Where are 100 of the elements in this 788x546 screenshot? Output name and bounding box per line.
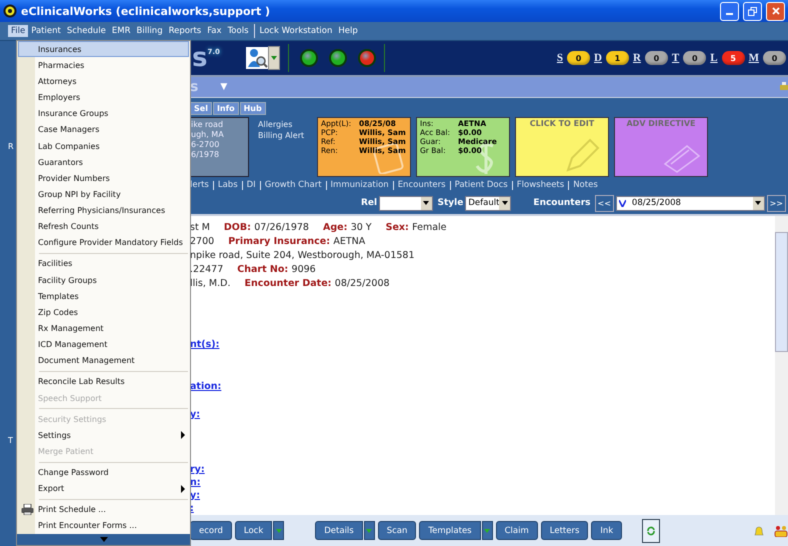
nav-link[interactable]: Immunization <box>330 180 389 190</box>
alert-link[interactable]: Allergies <box>258 119 312 130</box>
nav-link[interactable]: DI <box>246 180 256 190</box>
status-light[interactable] <box>358 49 376 67</box>
menu-item[interactable]: Change Password <box>18 464 189 481</box>
menu-item[interactable]: Pharmacies <box>18 57 189 74</box>
counter-label[interactable]: T <box>672 52 680 64</box>
status-light[interactable] <box>328 49 347 67</box>
toolbar-button[interactable]: Templates <box>419 521 481 540</box>
section-link[interactable]: nt(s): <box>190 338 220 351</box>
toolbar-button[interactable]: Lock <box>234 521 272 540</box>
menu-item[interactable]: Templates <box>18 288 189 304</box>
toolbar-button[interactable]: Ink <box>591 521 622 540</box>
counter-badge[interactable]: 0 <box>763 51 786 65</box>
refresh-button[interactable] <box>642 518 660 542</box>
menu-item[interactable]: Zip Codes <box>18 304 189 321</box>
menu-item[interactable]: Refresh Counts <box>18 218 189 235</box>
menu-item[interactable]: Lab Companies <box>18 138 189 154</box>
menu-item[interactable]: Insurance Groups <box>18 106 189 122</box>
close-button[interactable] <box>766 2 785 20</box>
menu-item[interactable]: Print Encounter Forms ... <box>18 518 189 534</box>
nav-link[interactable]: lerts <box>190 180 209 190</box>
menu-item[interactable]: Rx Management <box>18 320 189 337</box>
previous-button[interactable]: << <box>594 194 614 212</box>
restore-button[interactable] <box>743 2 762 20</box>
menu-item[interactable]: Patient <box>28 25 64 37</box>
dropdown-button[interactable] <box>268 46 280 70</box>
menu-item[interactable]: EMR <box>108 25 134 37</box>
next-button[interactable]: >> <box>766 194 786 212</box>
scroll-down-button[interactable] <box>17 534 190 546</box>
alert-link[interactable]: Billing Alert <box>258 130 312 141</box>
counter-label[interactable]: S <box>556 52 564 64</box>
toolbar-button[interactable]: Claim <box>496 521 538 540</box>
nav-link[interactable]: Flowsheets <box>516 180 564 190</box>
toolbar-button[interactable]: Details <box>315 521 363 540</box>
close-icon <box>772 7 780 15</box>
section-link[interactable]: y: <box>190 489 200 502</box>
toolbar-button[interactable]: Letters <box>540 521 588 540</box>
counter-label[interactable]: M <box>748 52 759 64</box>
people-icon[interactable] <box>774 524 788 536</box>
menu-item[interactable]: Employers <box>18 89 189 106</box>
menu-item[interactable]: Group NPI by Facility <box>18 186 189 203</box>
toolbar-button[interactable]: Scan <box>378 521 416 540</box>
menu-item[interactable]: Fax <box>204 25 225 37</box>
section-link[interactable]: ry: <box>190 463 205 476</box>
menu-item[interactable]: Attorneys <box>18 73 189 90</box>
address-line: ugh, MA <box>191 130 225 140</box>
dropdown-button[interactable] <box>364 521 375 540</box>
nav-link[interactable]: Notes <box>573 180 598 190</box>
menu-item[interactable]: Lock Workstation <box>256 25 336 37</box>
menu-item[interactable]: Billing <box>134 25 166 37</box>
user-search-icon[interactable] <box>246 47 268 69</box>
counter-label[interactable]: R <box>632 52 641 64</box>
menu-item[interactable]: Settings <box>18 427 189 444</box>
nav-link[interactable]: Labs <box>218 180 238 190</box>
menu-item[interactable]: Document Management <box>18 352 189 369</box>
menu-item[interactable]: Configure Provider Mandatory Fields <box>18 234 189 252</box>
minimize-button[interactable] <box>720 2 739 20</box>
counter-badge[interactable]: 1 <box>606 51 629 65</box>
nav-link[interactable]: Encounters <box>398 180 446 190</box>
menu-item[interactable]: Reconcile Lab Results <box>18 374 189 390</box>
menu-item[interactable]: Print Schedule ... <box>18 502 189 518</box>
section-link[interactable]: n: <box>190 476 201 489</box>
section-link[interactable]: y: <box>190 408 200 421</box>
counter-badge[interactable]: 0 <box>567 51 590 65</box>
menu-item[interactable]: Case Managers <box>18 122 189 138</box>
demographic-field: Age: 30 Y <box>322 221 372 235</box>
counter-label[interactable]: D <box>594 52 602 64</box>
info-card[interactable]: CLICK TO EDIT <box>515 117 609 177</box>
counter-badge[interactable]: 5 <box>722 51 745 65</box>
scrollbar-thumb[interactable] <box>775 232 788 352</box>
nav-link[interactable]: Growth Chart <box>264 180 322 190</box>
menu-item[interactable]: ICD Management <box>18 336 189 353</box>
side-label: R <box>7 142 15 151</box>
menu-item[interactable]: Reports <box>166 25 204 37</box>
menu-item[interactable]: Facilities <box>18 256 189 272</box>
style-dropdown[interactable]: Default <box>465 196 512 210</box>
counter-label[interactable]: L <box>710 52 718 64</box>
dropdown-button[interactable] <box>482 521 493 540</box>
menu-item[interactable]: File <box>8 25 28 37</box>
bell-icon[interactable] <box>753 524 765 536</box>
counter-badge[interactable]: 0 <box>683 51 706 65</box>
rel-dropdown[interactable] <box>379 196 433 210</box>
menu-item[interactable]: Export <box>18 480 189 497</box>
toolbar-button[interactable]: ecord <box>190 521 232 540</box>
menu-item[interactable]: Facility Groups <box>18 272 189 288</box>
counter-badge[interactable]: 0 <box>644 51 668 65</box>
menu-item[interactable]: Insurances <box>18 41 189 58</box>
section-link[interactable]: : <box>190 502 194 515</box>
menu-item[interactable]: Referring Physicians/Insurances <box>18 202 189 219</box>
nav-link[interactable]: Patient Docs <box>454 180 508 190</box>
menu-item[interactable]: Tools <box>224 25 252 37</box>
menu-item[interactable]: Provider Numbers <box>18 170 189 186</box>
section-link[interactable]: ation: <box>190 380 222 393</box>
encounter-dropdown[interactable]: 08/25/2008 <box>616 196 765 210</box>
menu-item[interactable]: Help <box>335 25 361 37</box>
dropdown-button[interactable] <box>273 521 284 540</box>
menu-item[interactable]: Guarantors <box>18 154 189 170</box>
menu-item[interactable]: Schedule <box>64 25 109 37</box>
status-light[interactable] <box>300 49 318 67</box>
